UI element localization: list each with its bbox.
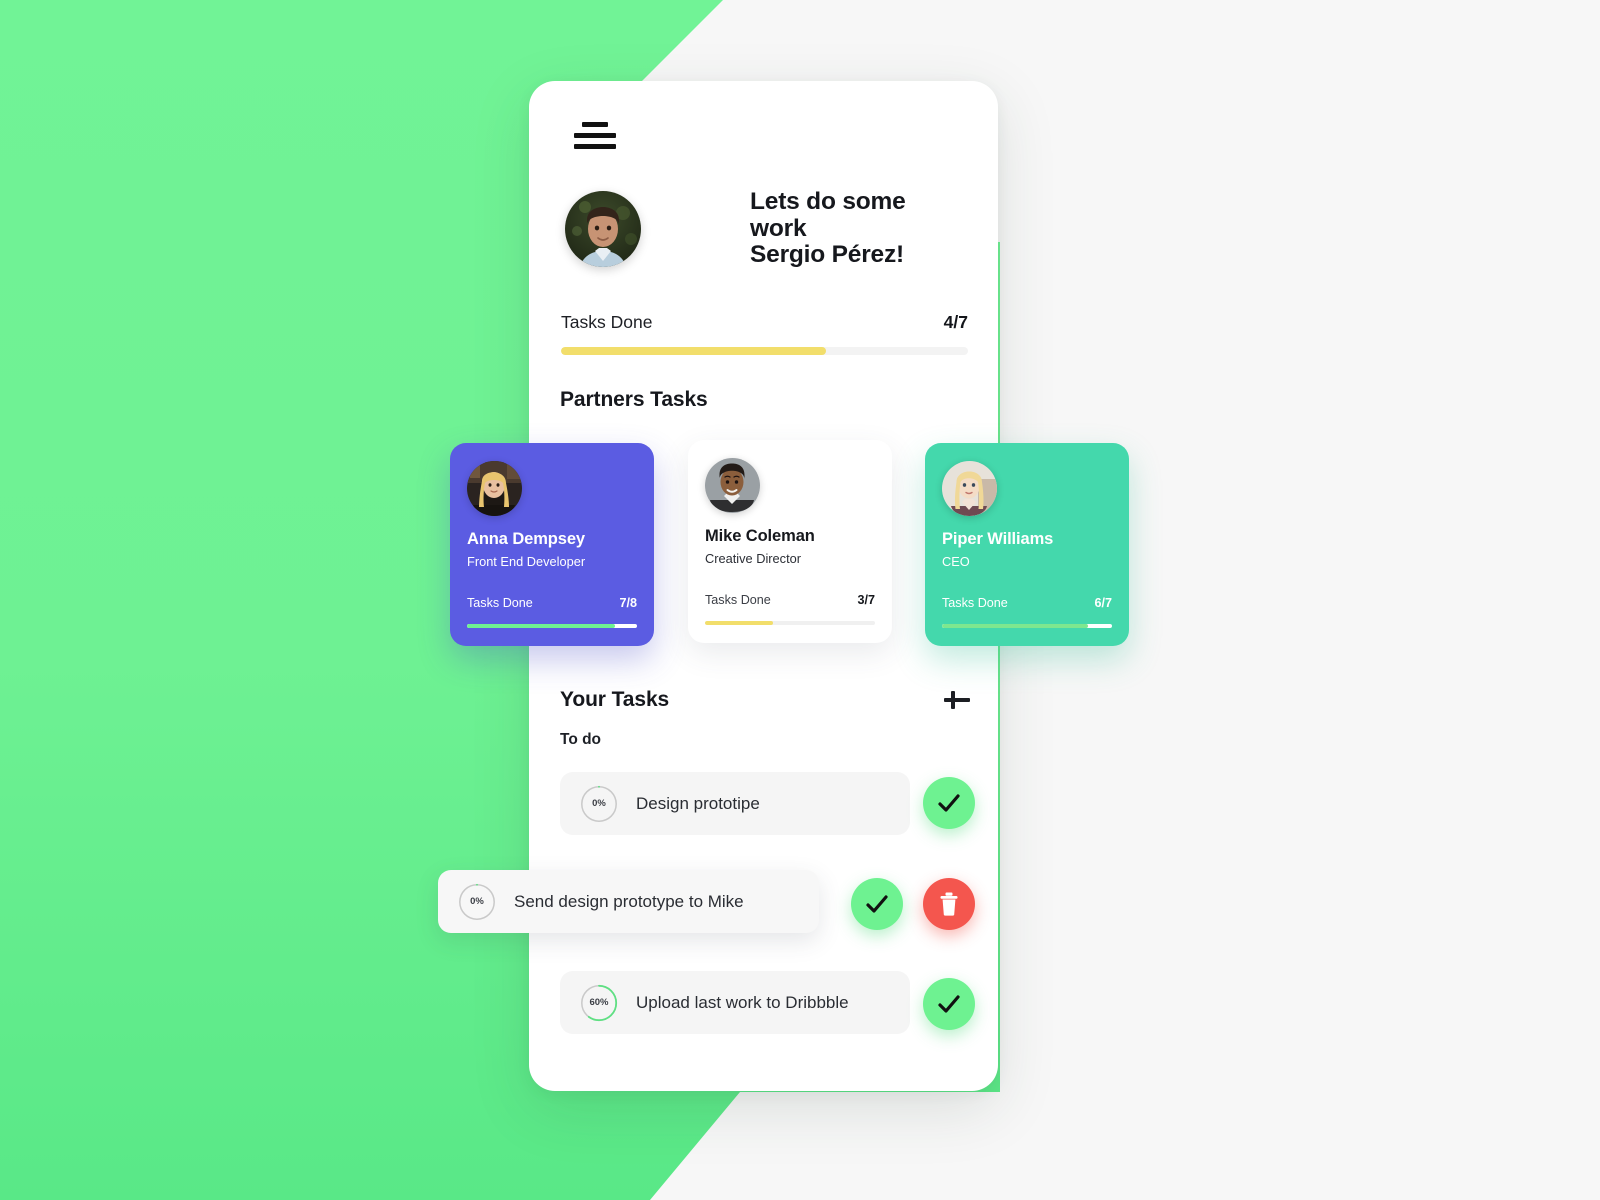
task-complete-button[interactable] [851,878,903,930]
trash-icon [940,892,958,916]
partner-stat-value: 6/7 [1094,596,1112,610]
task-title: Upload last work to Dribbble [636,992,849,1012]
partner-progress-bar [705,621,875,625]
your-tasks-heading: Your Tasks [560,688,670,711]
partner-role: CEO [942,554,970,569]
partner-card-mike[interactable]: Mike Coleman Creative Director Tasks Don… [688,440,892,643]
partner-progress-bar [942,624,1112,628]
greeting-text: Lets do some work Sergio Pérez! [750,187,906,269]
partner-progress-fill [467,624,615,628]
add-task-button[interactable] [940,683,974,717]
partner-stat-label: Tasks Done [705,593,771,607]
user-avatar-photo [565,191,641,267]
overall-tasks-done-label: Tasks Done [561,312,653,332]
partner-stat-value: 3/7 [857,593,875,607]
todo-group-label: To do [560,731,602,748]
check-icon [938,995,960,1013]
task-delete-button[interactable] [923,878,975,930]
task-progress-badge: 0% [458,883,496,921]
greeting-row: Lets do some work Sergio Pérez! [565,184,965,274]
task-complete-button[interactable] [923,978,975,1030]
task-row[interactable]: 0% Design prototipe [560,772,910,835]
partner-stat-label: Tasks Done [942,596,1008,610]
task-progress-percent: 0% [592,798,606,809]
partner-progress-fill [705,621,773,625]
partner-name: Piper Williams [942,530,1054,548]
overall-progress-fill [561,347,826,355]
partner-stats-row: Tasks Done 7/8 [467,596,637,610]
partner-role: Front End Developer [467,554,586,569]
partner-avatar-piper-photo [942,461,997,516]
partner-card-anna[interactable]: Anna Dempsey Front End Developer Tasks D… [450,443,654,646]
partner-stat-value: 7/8 [619,596,637,610]
task-row[interactable]: 60% Upload last work to Dribbble [560,971,910,1034]
overall-progress-bar [561,347,968,355]
overall-tasks-done-value: 4/7 [943,312,968,332]
partner-role: Creative Director [705,551,802,566]
task-title: Send design prototype to Mike [514,891,744,911]
partner-name: Anna Dempsey [467,530,586,548]
check-icon [938,794,960,812]
hamburger-bar-2 [574,133,616,138]
partner-card-piper[interactable]: Piper Williams CEO Tasks Done 6/7 [925,443,1129,646]
partner-stats-row: Tasks Done 3/7 [705,593,875,607]
partner-avatar-anna [467,461,522,516]
partner-avatar-anna-photo [467,461,522,516]
partner-progress-fill [942,624,1089,628]
task-title: Design prototipe [636,793,760,813]
task-progress-percent: 0% [470,896,484,907]
partners-tasks-heading: Partners Tasks [560,388,708,411]
check-icon [866,895,888,913]
partner-avatar-mike-photo [705,458,760,513]
hamburger-bar-3 [574,144,616,149]
partners-cards-strip: Anna Dempsey Front End Developer Tasks D… [450,440,1150,650]
partner-progress-bar [467,624,637,628]
overall-tasks-done-row: Tasks Done 4/7 [561,312,968,333]
partner-name: Mike Coleman [705,527,815,545]
partner-avatar-mike [705,458,760,513]
partner-avatar-piper [942,461,997,516]
task-progress-badge: 60% [580,984,618,1022]
task-row[interactable]: 0% Send design prototype to Mike [438,870,819,933]
hamburger-bar-1 [582,122,608,127]
task-progress-percent: 60% [589,997,609,1008]
partner-stat-label: Tasks Done [467,596,533,610]
task-complete-button[interactable] [923,777,975,829]
task-progress-badge: 0% [580,785,618,823]
partner-stats-row: Tasks Done 6/7 [942,596,1112,610]
hamburger-menu-icon[interactable] [574,122,616,152]
user-avatar[interactable] [565,191,641,267]
